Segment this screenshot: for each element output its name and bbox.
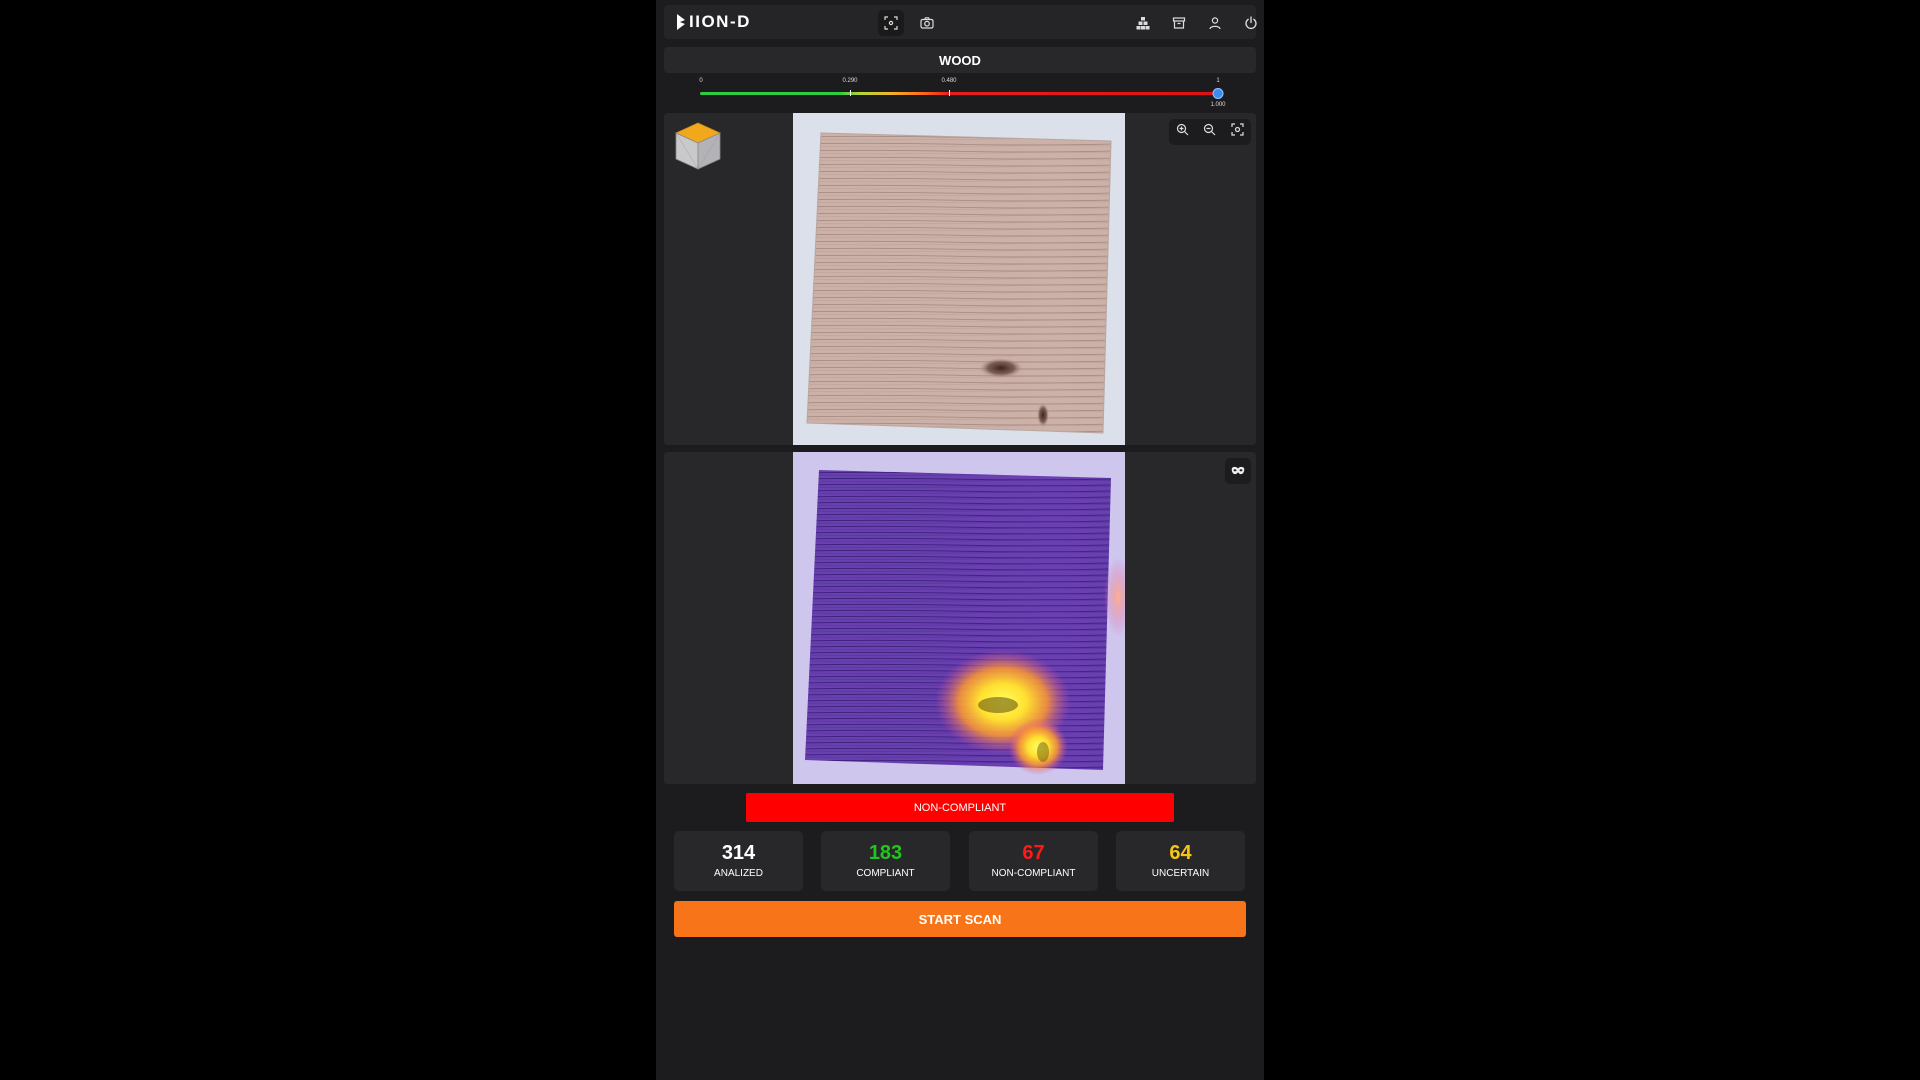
- fit-screen-button[interactable]: [1231, 123, 1244, 141]
- user-icon: [1209, 17, 1221, 30]
- original-image-panel: [664, 113, 1256, 445]
- dataset-icon: [1136, 17, 1150, 30]
- heatmap-image-panel: [664, 452, 1256, 784]
- top-bar: IION-D: [664, 5, 1257, 39]
- threshold-slider[interactable]: 0 0.290 0.480 1 1.000: [699, 78, 1225, 112]
- slider-min-label: 0: [699, 78, 703, 84]
- stat-card-analized: 314 ANALIZED: [674, 831, 803, 891]
- dataset-button[interactable]: [1130, 10, 1156, 36]
- power-button[interactable]: [1238, 10, 1264, 36]
- material-title: WOOD: [664, 47, 1256, 73]
- stat-label: ANALIZED: [714, 868, 763, 879]
- stat-value: 67: [1022, 842, 1045, 864]
- zoom-in-button[interactable]: [1176, 123, 1189, 141]
- camera-icon: [920, 17, 934, 29]
- slider-track[interactable]: [700, 92, 1218, 95]
- stat-label: COMPLIANT: [856, 868, 915, 879]
- zoom-out-button[interactable]: [1203, 123, 1216, 141]
- logo-text: IION-D: [689, 12, 751, 31]
- scan-target-button[interactable]: [878, 10, 904, 36]
- archive-button[interactable]: [1166, 10, 1192, 36]
- slider-mark1-tick: [850, 90, 851, 96]
- stat-card-uncertain: 64 UNCERTAIN: [1116, 831, 1245, 891]
- logo-mark-icon: [677, 14, 685, 30]
- slider-mark2-label: 0.480: [941, 78, 957, 84]
- heatmap-wood-image: [793, 452, 1125, 784]
- stat-label: NON-COMPLIANT: [991, 868, 1076, 879]
- slider-value-label: 1.000: [1210, 102, 1226, 108]
- view-cube-icon[interactable]: [672, 121, 724, 173]
- power-icon: [1245, 16, 1257, 30]
- zoom-in-icon: [1177, 123, 1189, 136]
- zoom-controls: [1169, 119, 1251, 145]
- camera-button[interactable]: [914, 10, 940, 36]
- slider-mark1-label: 0.290: [842, 78, 858, 84]
- start-scan-button[interactable]: START SCAN: [674, 901, 1246, 937]
- app-container: IION-D WOOD 0 0.290 0.480 1 1.000 NON-CO…: [656, 0, 1264, 1080]
- overlay-toggle-button[interactable]: [1225, 458, 1251, 484]
- stat-card-compliant: 183 COMPLIANT: [821, 831, 950, 891]
- slider-thumb[interactable]: [1212, 88, 1224, 99]
- original-wood-image: [793, 113, 1125, 445]
- stat-card-non-compliant: 67 NON-COMPLIANT: [969, 831, 1098, 891]
- slider-max-label: 1: [1216, 78, 1220, 84]
- slider-mark2-tick: [949, 90, 950, 96]
- scan-target-icon: [884, 16, 898, 30]
- stat-value: 314: [721, 842, 756, 864]
- result-status-banner: NON-COMPLIANT: [746, 793, 1174, 822]
- stat-label: UNCERTAIN: [1151, 868, 1210, 879]
- fit-screen-icon: [1231, 123, 1244, 136]
- stat-value: 183: [868, 842, 903, 864]
- zoom-out-icon: [1204, 123, 1216, 136]
- user-button[interactable]: [1202, 10, 1228, 36]
- logo: IION-D: [676, 12, 751, 31]
- mask-icon: [1231, 466, 1245, 475]
- archive-icon: [1172, 17, 1186, 29]
- stat-value: 64: [1169, 842, 1192, 864]
